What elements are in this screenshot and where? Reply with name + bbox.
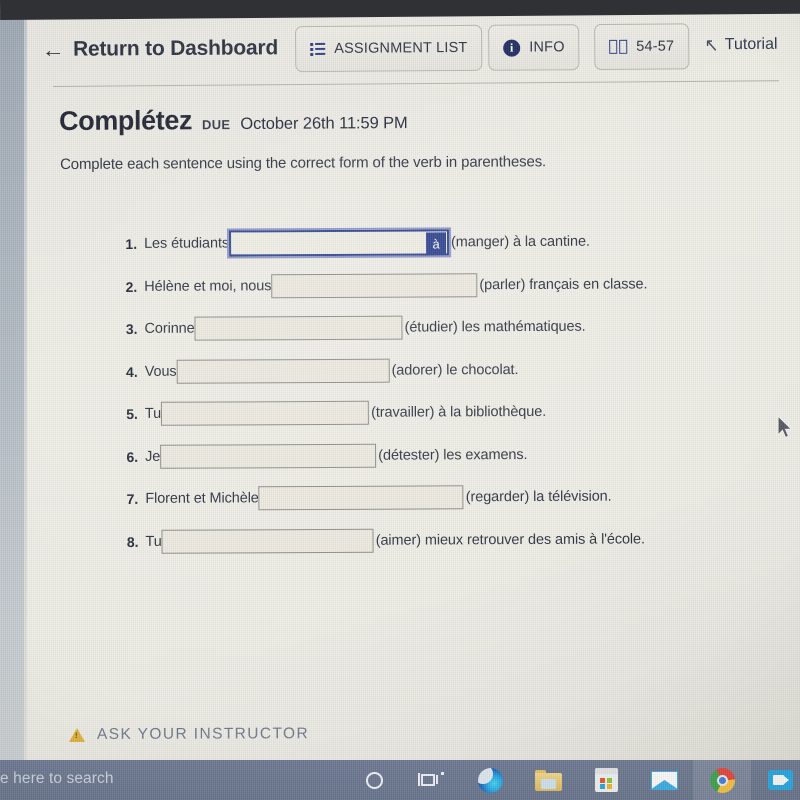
exercise-prefix-text: Tu: [145, 533, 162, 550]
exercise-number: 4.: [125, 363, 138, 380]
exercise-prefix-text: Vous: [144, 363, 177, 380]
textbook-pages-label: 54-57: [636, 38, 675, 55]
instructions-text: Complete each sentence using the correct…: [60, 153, 547, 173]
screenshot-root: ← Return to Dashboard ASSIGNMENT LIST i …: [0, 0, 800, 800]
assignment-header: Complétez DUE October 26th 11:59 PM: [59, 104, 408, 137]
exercise-suffix-text: (manger) à la cantine.: [450, 233, 590, 251]
info-label: INFO: [529, 39, 565, 56]
textbook-pages-button[interactable]: 54-57: [594, 23, 690, 71]
taskbar-icons: [345, 760, 800, 800]
exercise-prefix-text: Les étudiants: [144, 235, 230, 252]
answer-input-1[interactable]: à: [226, 227, 452, 259]
exercise-row: 2. Hélène et moi, nous (parler) français e…: [115, 269, 795, 300]
exercise-row: 4. Vous (adorer) le chocolat.: [116, 354, 796, 385]
task-view-icon[interactable]: [403, 760, 461, 800]
due-date: October 26th 11:59 PM: [240, 114, 408, 133]
exercise-row: 8. Tu (aimer) mieux retrouver des amis à l…: [116, 524, 796, 555]
return-to-dashboard-label: Return to Dashboard: [72, 36, 279, 61]
chrome-browser-icon[interactable]: [693, 760, 751, 800]
answer-input-4[interactable]: [176, 358, 390, 384]
video-app-icon[interactable]: [751, 760, 800, 800]
exercise-suffix-text: (regarder) la télévision.: [465, 488, 612, 506]
mail-icon[interactable]: [635, 760, 693, 800]
info-button[interactable]: i INFO: [488, 24, 580, 71]
exercise-suffix-text: (travailler) à la bibliothèque.: [371, 403, 547, 421]
exercise-number: 6.: [126, 448, 139, 465]
cursor-arrow-icon: ↖: [704, 34, 719, 56]
due-label: DUE: [201, 117, 231, 133]
exercise-number: 1.: [125, 235, 138, 252]
screen-left-edge: [0, 14, 24, 774]
page-title: Complétez: [59, 105, 193, 136]
answer-input-6[interactable]: [160, 443, 377, 469]
exercise-row: 3. Corinne (étudier) les mathématiques.: [115, 312, 795, 343]
assignment-list-label: ASSIGNMENT LIST: [334, 39, 468, 57]
exercise-row: 1. Les étudiants à (manger) à la cantine.: [115, 227, 795, 259]
ask-your-instructor-button[interactable]: ASK YOUR INSTRUCTOR: [69, 725, 309, 744]
answer-input-2[interactable]: [271, 272, 478, 298]
info-circle-icon: i: [503, 39, 521, 57]
taskbar-search-input[interactable]: e here to search: [0, 770, 114, 788]
exercise-row: 7. Florent et Michèle (regarder) la télévi…: [116, 482, 796, 513]
assignment-page: ← Return to Dashboard ASSIGNMENT LIST i …: [27, 14, 800, 760]
screen-left-edge-highlight: [24, 14, 27, 774]
exercise-suffix-text: (aimer) mieux retrouver des amis à l'éco…: [375, 530, 645, 549]
exercise-number: 8.: [126, 533, 139, 550]
tutorial-label: Tutorial: [724, 35, 778, 54]
ask-your-instructor-label: ASK YOUR INSTRUCTOR: [96, 725, 310, 743]
exercise-prefix-text: Hélène et moi, nous: [144, 277, 272, 295]
exercise-prefix-text: Corinne: [144, 320, 195, 337]
answer-input-3[interactable]: [194, 315, 403, 341]
list-icon: [310, 42, 326, 56]
tutorial-link[interactable]: ↖ Tutorial: [704, 34, 778, 56]
edge-browser-icon[interactable]: [461, 760, 519, 800]
exercise-suffix-text: (étudier) les mathématiques.: [404, 318, 586, 336]
exercise-row: 6. Je (détester) les examens.: [116, 439, 796, 470]
answer-input-5[interactable]: [161, 400, 370, 426]
exercise-number: 5.: [126, 405, 138, 422]
exercise-number: 3.: [125, 320, 138, 337]
open-book-icon: [609, 39, 628, 54]
exercise-prefix-text: Tu: [144, 405, 162, 422]
microsoft-store-icon[interactable]: [577, 760, 635, 800]
windows-taskbar: e here to search: [0, 760, 800, 800]
exercise-suffix-text: (détester) les examens.: [378, 446, 528, 464]
exercise-list: 1. Les étudiants à (manger) à la cantine. 2.…: [115, 227, 797, 570]
exercise-row: 5. Tu (travailler) à la bibliothèque.: [116, 397, 796, 428]
answer-input-7[interactable]: [258, 485, 464, 511]
accent-character-button[interactable]: à: [425, 232, 447, 255]
exercise-prefix-text: Je: [145, 448, 161, 465]
back-arrow-icon: ←: [41, 39, 65, 62]
file-explorer-icon[interactable]: [519, 760, 577, 800]
answer-input-8[interactable]: [161, 528, 374, 554]
warning-triangle-icon: [69, 727, 86, 742]
exercise-suffix-text: (parler) français en classe.: [479, 275, 648, 293]
cortana-icon[interactable]: [345, 760, 403, 800]
exercise-number: 2.: [125, 278, 138, 295]
exercise-number: 7.: [126, 490, 139, 507]
return-to-dashboard-link[interactable]: ← Return to Dashboard: [41, 36, 279, 62]
exercise-prefix-text: Florent et Michèle: [145, 490, 259, 507]
top-toolbar: ← Return to Dashboard ASSIGNMENT LIST i …: [27, 15, 800, 82]
header-divider: [53, 80, 779, 87]
exercise-suffix-text: (adorer) le chocolat.: [391, 361, 519, 379]
assignment-list-button[interactable]: ASSIGNMENT LIST: [295, 24, 483, 73]
